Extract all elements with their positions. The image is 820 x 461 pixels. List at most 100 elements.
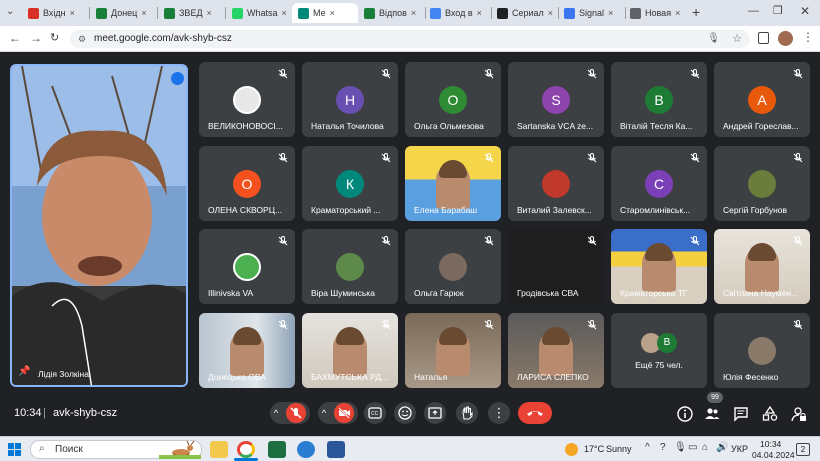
more-options-button[interactable]: ⋮	[488, 402, 510, 424]
participant-tile[interactable]: Світлана Наумен...	[714, 229, 810, 304]
participant-tile[interactable]: О ОЛЕНА СКВОРЦ...	[199, 146, 295, 221]
participant-tile[interactable]: Наталья	[405, 313, 501, 388]
tray-volume-icon[interactable]: 🔊	[716, 442, 728, 453]
participant-tile[interactable]: Віра Шуминська	[302, 229, 398, 304]
mic-control[interactable]: ^	[270, 402, 310, 424]
clock-date[interactable]: 04.04.2024	[752, 450, 795, 460]
windows-start-icon[interactable]	[8, 443, 21, 456]
participant-tile[interactable]: Ольга Гарюк	[405, 229, 501, 304]
participant-tile[interactable]: С Старомлинівськ...	[611, 146, 707, 221]
tray-network-icon[interactable]: ⌂	[702, 442, 708, 453]
main-speaker-tile[interactable]: 📌 Лідія Золкіна	[10, 64, 188, 387]
tab-7[interactable]: Сериал ×	[491, 3, 557, 23]
present-button[interactable]	[424, 402, 446, 424]
clock-time[interactable]: 10:34	[760, 439, 781, 449]
chrome-taskbar-icon[interactable]	[237, 441, 255, 458]
weather-text[interactable]: Sunny	[606, 444, 632, 454]
participant-tile[interactable]: В Ещё 75 чел.	[611, 313, 707, 388]
activities-button[interactable]	[761, 405, 779, 423]
tab-3[interactable]: Whatsa ×	[226, 3, 292, 23]
participant-tile[interactable]: В Віталій Тесля Ка...	[611, 62, 707, 137]
host-controls-button[interactable]	[790, 405, 808, 423]
profile-avatar[interactable]	[778, 31, 793, 46]
excel-icon[interactable]	[268, 441, 286, 458]
minimize-icon[interactable]: —	[748, 5, 759, 17]
weather-temp[interactable]: 17°C	[584, 444, 604, 454]
participant-tile[interactable]: Юлія Фесенко	[714, 313, 810, 388]
tab-close-icon[interactable]: ×	[207, 8, 212, 18]
leave-call-button[interactable]	[518, 402, 552, 424]
tab-5[interactable]: Відпов ×	[358, 3, 424, 23]
participant-tile[interactable]: Виталий Залевск...	[508, 146, 604, 221]
audio-options-chevron-icon[interactable]: ^	[274, 408, 278, 418]
keyboard-language[interactable]: УКР	[731, 444, 748, 454]
new-tab-button[interactable]: +	[692, 4, 700, 20]
side-panel-icon[interactable]	[758, 32, 769, 44]
site-info-icon[interactable]: ⚙	[78, 30, 86, 48]
tab-1[interactable]: Донец ×	[90, 3, 156, 23]
tab-close-icon[interactable]: ×	[548, 8, 553, 18]
tab-close-icon[interactable]: ×	[675, 8, 680, 18]
taskbar-search-box[interactable]: ⌕ Поиск	[30, 440, 202, 459]
chat-button[interactable]	[732, 405, 750, 423]
participant-tile[interactable]: О Ольга Ольмезова	[405, 62, 501, 137]
reload-icon[interactable]: ↻	[50, 31, 59, 44]
edge-icon[interactable]	[297, 441, 315, 458]
participant-tile[interactable]: ЛАРИСА СЛЕПКО	[508, 313, 604, 388]
people-icon	[705, 408, 720, 419]
people-button[interactable]: 99	[703, 392, 723, 423]
weather-sun-icon[interactable]	[565, 443, 578, 456]
mic-off-icon[interactable]	[286, 403, 307, 423]
participant-tile[interactable]: БАХМУТСЬКА РД...	[302, 313, 398, 388]
back-icon[interactable]: ←	[9, 31, 21, 45]
participant-tile[interactable]: Сергій Горбунов	[714, 146, 810, 221]
tab-close-icon[interactable]: ×	[70, 8, 75, 18]
file-explorer-icon[interactable]	[210, 441, 228, 458]
microphone-icon[interactable]: 🎙	[707, 30, 720, 48]
participant-tile[interactable]: Illinivska VA	[199, 229, 295, 304]
participant-tile[interactable]: А Андрей Гореслав...	[714, 62, 810, 137]
tab-close-icon[interactable]: ×	[477, 8, 482, 18]
tab-8[interactable]: Signal ×	[558, 3, 624, 23]
participant-tile[interactable]: Донецька ОВА	[199, 313, 295, 388]
bookmark-star-icon[interactable]: ☆	[732, 30, 742, 48]
tray-mic-icon[interactable]: 🎙	[674, 442, 687, 453]
reactions-button[interactable]	[394, 402, 416, 424]
muted-mic-icon	[381, 320, 391, 330]
forward-icon[interactable]: →	[30, 31, 42, 45]
participant-tile[interactable]: К Краматорський ...	[302, 146, 398, 221]
raise-hand-button[interactable]	[456, 402, 478, 424]
participant-tile[interactable]: Н Наталья Точилова	[302, 62, 398, 137]
tab-close-icon[interactable]: ×	[608, 8, 613, 18]
restore-icon[interactable]: ❐	[773, 4, 783, 17]
tab-2[interactable]: ЗВЕД ×	[158, 3, 224, 23]
tab-9[interactable]: Новая ×	[624, 3, 690, 23]
participant-avatar: S	[542, 86, 570, 114]
tab-close-icon[interactable]: ×	[330, 8, 335, 18]
participant-tile[interactable]: Краматорська ТГ	[611, 229, 707, 304]
close-window-icon[interactable]: ✕	[800, 4, 810, 18]
url-field[interactable]: ⚙ meet.google.com/avk-shyb-csz 🎙 ☆	[70, 30, 750, 48]
participant-tile[interactable]: Гродівська СВА	[508, 229, 604, 304]
tab-close-icon[interactable]: ×	[282, 8, 287, 18]
participant-tile[interactable]: S Sartanska VCA ze...	[508, 62, 604, 137]
tab-close-icon[interactable]: ×	[411, 8, 416, 18]
tab-4[interactable]: Ме ×	[292, 3, 358, 23]
meeting-info-button[interactable]	[676, 405, 694, 423]
tray-battery-icon[interactable]: ▭	[688, 442, 697, 453]
participant-tile[interactable]: ВЕЛИКОНОВОСІ...	[199, 62, 295, 137]
tray-help-icon[interactable]: ?	[660, 442, 666, 453]
tab-0[interactable]: Вхідн ×	[22, 3, 88, 23]
word-icon[interactable]	[327, 441, 345, 458]
notification-badge[interactable]: 2	[796, 443, 810, 456]
camera-off-icon[interactable]	[334, 403, 355, 423]
video-options-chevron-icon[interactable]: ^	[322, 408, 326, 418]
tab-6[interactable]: Вход в ×	[424, 3, 490, 23]
browser-menu-icon[interactable]: ⋮	[802, 30, 814, 44]
camera-control[interactable]: ^	[318, 402, 358, 424]
tab-list-chevron-icon[interactable]: ⌄	[6, 6, 14, 17]
tray-chevron-icon[interactable]: ^	[645, 442, 650, 453]
participant-tile[interactable]: Елена Барабаш	[405, 146, 501, 221]
captions-button[interactable]: CC	[364, 402, 386, 424]
tab-close-icon[interactable]: ×	[141, 8, 146, 18]
